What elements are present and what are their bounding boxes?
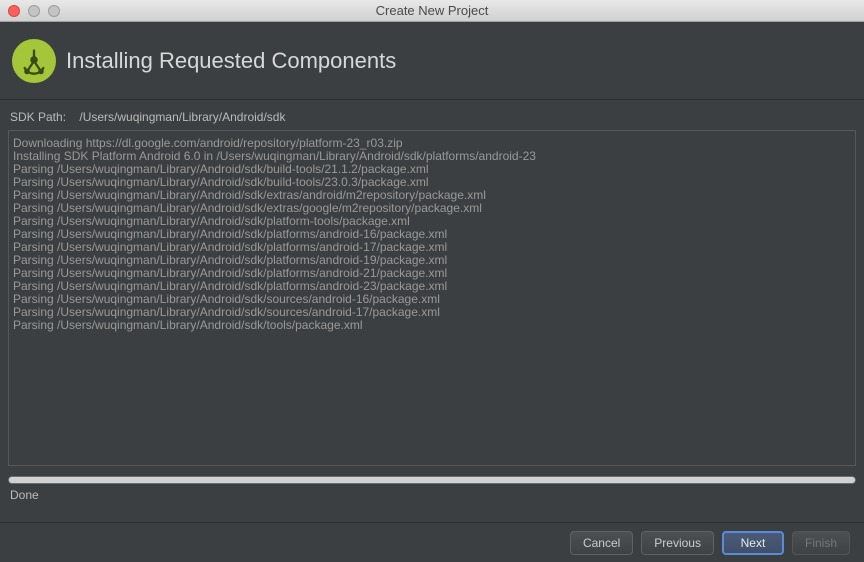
sdk-path-value: /Users/wuqingman/Library/Android/sdk	[79, 110, 285, 124]
window-titlebar: Create New Project	[0, 0, 864, 22]
sdk-path-label: SDK Path:	[10, 110, 66, 124]
progress-bar	[8, 476, 856, 484]
window-controls	[8, 5, 60, 17]
progress-bar-fill	[9, 477, 855, 483]
cancel-button[interactable]: Cancel	[570, 531, 633, 555]
install-log-output[interactable]: Downloading https://dl.google.com/androi…	[8, 130, 856, 466]
window-close-button[interactable]	[8, 5, 20, 17]
progress-status-label: Done	[10, 488, 854, 502]
next-button[interactable]: Next	[722, 531, 784, 555]
finish-button: Finish	[792, 531, 850, 555]
window-title: Create New Project	[0, 3, 864, 18]
wizard-header: Installing Requested Components	[0, 22, 864, 100]
window-zoom-button[interactable]	[48, 5, 60, 17]
previous-button[interactable]: Previous	[641, 531, 714, 555]
sdk-path-row: SDK Path: /Users/wuqingman/Library/Andro…	[0, 100, 864, 130]
android-studio-logo-icon	[12, 39, 56, 83]
window-minimize-button[interactable]	[28, 5, 40, 17]
page-title: Installing Requested Components	[66, 48, 396, 74]
wizard-footer: Cancel Previous Next Finish	[0, 522, 864, 562]
